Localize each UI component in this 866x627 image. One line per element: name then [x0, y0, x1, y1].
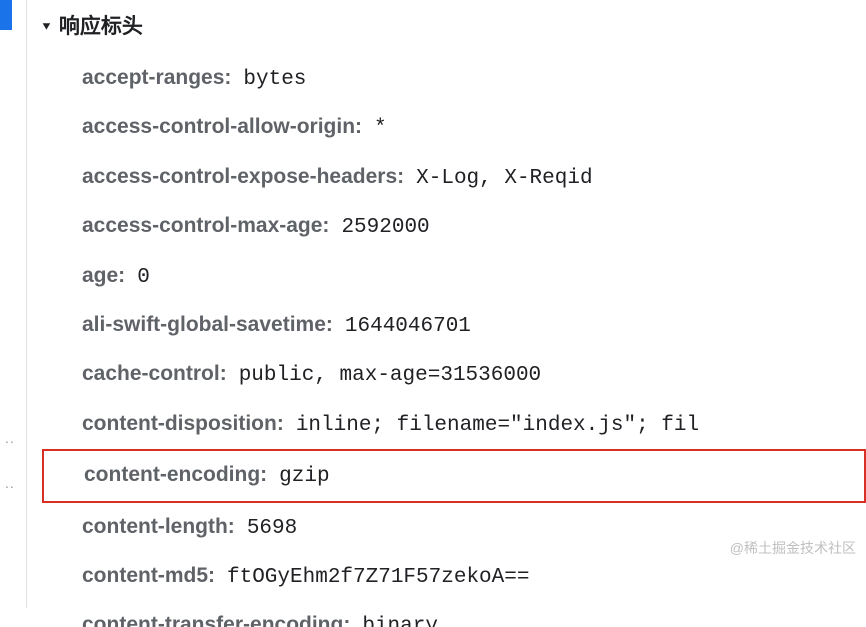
header-value: 5698 [247, 514, 297, 543]
header-name: cache-control: [82, 359, 227, 388]
header-value: 2592000 [341, 213, 429, 242]
header-row[interactable]: content-transfer-encoding: binary [40, 601, 866, 627]
header-row[interactable]: content-disposition: inline; filename="in… [40, 400, 866, 449]
header-value: binary [362, 612, 438, 627]
header-name: content-encoding: [84, 460, 267, 489]
header-value: gzip [279, 462, 329, 491]
header-row[interactable]: cache-control: public, max-age=31536000 [40, 350, 866, 399]
header-row[interactable]: content-md5: ftOGyEhm2f7Z71F57zekoA== [40, 552, 866, 601]
header-value: X-Log, X-Reqid [416, 164, 592, 193]
sidebar-truncation: .. [5, 475, 15, 491]
header-name: access-control-max-age: [82, 211, 329, 240]
header-name: content-disposition: [82, 409, 284, 438]
active-indicator [0, 0, 12, 30]
section-title: 响应标头 [59, 10, 143, 40]
header-row[interactable]: accept-ranges: bytes [40, 54, 866, 103]
header-name: content-length: [82, 512, 235, 541]
header-row[interactable]: age: 0 [40, 252, 866, 301]
header-name: access-control-allow-origin: [82, 112, 362, 141]
sidebar-truncation: .. [5, 430, 15, 446]
section-header[interactable]: ▼ 响应标头 [40, 4, 866, 54]
response-headers-panel: ▼ 响应标头 accept-ranges: bytes access-control… [40, 4, 866, 627]
header-name: content-md5: [82, 561, 215, 590]
header-row[interactable]: access-control-expose-headers: X-Log, X-R… [40, 153, 866, 202]
watermark: @稀土掘金技术社区 [730, 538, 856, 558]
header-row[interactable]: access-control-allow-origin: * [40, 103, 866, 152]
header-row[interactable]: ali-swift-global-savetime: 1644046701 [40, 301, 866, 350]
header-value: bytes [243, 65, 306, 94]
header-name: access-control-expose-headers: [82, 162, 404, 191]
header-value: ftOGyEhm2f7Z71F57zekoA== [227, 563, 529, 592]
header-value: public, max-age=31536000 [239, 361, 541, 390]
header-row[interactable]: access-control-max-age: 2592000 [40, 202, 866, 251]
header-name: content-transfer-encoding: [82, 610, 350, 627]
header-value: 0 [137, 263, 150, 292]
header-value: inline; filename="index.js"; fil [296, 411, 699, 440]
header-name: accept-ranges: [82, 63, 231, 92]
header-value: * [374, 114, 387, 143]
header-row[interactable]: content-encoding: gzip [42, 449, 866, 502]
header-value: 1644046701 [345, 312, 471, 341]
header-name: age: [82, 261, 125, 290]
header-name: ali-swift-global-savetime: [82, 310, 333, 339]
panel-divider [26, 0, 27, 608]
disclosure-triangle-icon[interactable]: ▼ [40, 19, 53, 32]
